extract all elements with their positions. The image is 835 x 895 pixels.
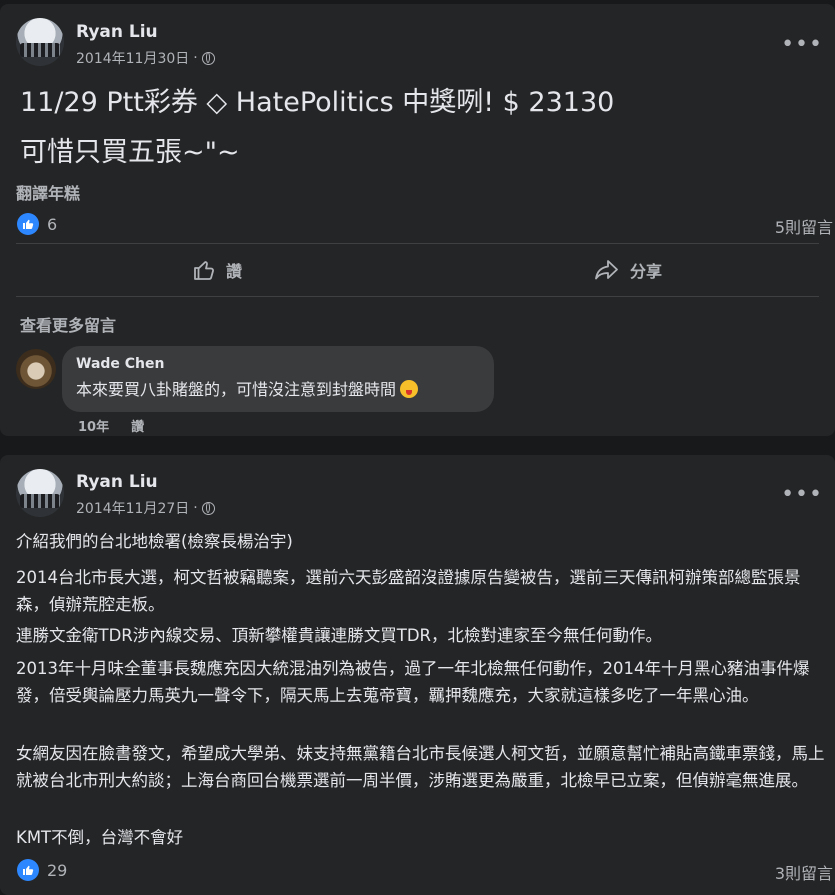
meta-separator: · [193, 50, 198, 66]
post-paragraph: KMT不倒，台灣不會好 [16, 828, 184, 847]
comment-like-link[interactable]: 讚 [131, 416, 144, 435]
post-meta: 2014年11月27日 · [76, 498, 215, 518]
comment-count[interactable]: 5則留言 [775, 214, 833, 238]
divider [16, 296, 819, 297]
commenter-avatar[interactable] [16, 349, 56, 389]
post-text-line-2: 可惜只買五張~"~ [20, 137, 240, 168]
comment-bubble: Wade Chen 本來要買八卦賭盤的，可惜沒注意到封盤時間 [62, 346, 494, 412]
comment-body: 本來要買八卦賭盤的，可惜沒注意到封盤時間 [76, 380, 397, 399]
comment-text: 本來要買八卦賭盤的，可惜沒注意到封盤時間 [76, 376, 480, 400]
reaction-count[interactable]: 29 [47, 861, 67, 880]
post-paragraph: 連勝文金衛TDR涉內線交易、頂新攀權貴讓連勝文買TDR，北檢對連家至今無任何動作… [16, 626, 662, 645]
author-name[interactable]: Ryan Liu [76, 472, 158, 492]
post-card: Ryan Liu 2014年11月27日 · ••• 介紹我們的台北地檢署(檢察… [0, 455, 835, 895]
share-button[interactable]: 分享 [594, 258, 662, 282]
commenter-name[interactable]: Wade Chen [76, 356, 480, 372]
more-options-icon[interactable]: ••• [781, 34, 823, 56]
post-paragraph: 介紹我們的台北地檢署(檢察長楊治宇) [16, 532, 293, 551]
share-button-label: 分享 [630, 262, 663, 281]
post-text-line-1: 11/29 Ptt彩券 ◇ HatePolitics 中獎咧! $ 23130 [20, 87, 615, 118]
post-meta: 2014年11月30日 · [76, 48, 215, 68]
more-options-icon[interactable]: ••• [781, 484, 823, 506]
divider [16, 243, 819, 244]
post-date[interactable]: 2014年11月30日 [76, 48, 189, 68]
comment-count[interactable]: 3則留言 [775, 860, 833, 884]
view-more-comments-link[interactable]: 查看更多留言 [20, 312, 116, 336]
reaction-count[interactable]: 6 [47, 215, 57, 234]
comment-meta: 10年 讚 [78, 416, 144, 435]
translate-link[interactable]: 翻譯年糕 [16, 180, 80, 204]
post-paragraph: 2013年十月味全董事長魏應充因大統混油列為被告，過了一年北檢無任何動作，201… [16, 659, 810, 705]
comment-age[interactable]: 10年 [78, 416, 109, 435]
post-paragraph: 2014台北市長大選，柯文哲被竊聽案，選前六天彭盛韶沒證據原告變被告，選前三天傳… [16, 568, 801, 614]
author-name[interactable]: Ryan Liu [76, 22, 158, 42]
post-card: Ryan Liu 2014年11月30日 · ••• 11/29 Ptt彩券 ◇… [0, 4, 835, 436]
post-date[interactable]: 2014年11月27日 [76, 498, 189, 518]
like-button[interactable]: 讚 [192, 258, 242, 282]
like-reaction-icon[interactable] [17, 859, 39, 881]
meta-separator: · [193, 500, 198, 516]
author-avatar[interactable] [16, 469, 64, 517]
post-paragraph: 女網友因在臉書發文，希望成大學弟、妹支持無黨籍台北市長候選人柯文哲，並願意幫忙補… [16, 744, 825, 790]
globe-icon [201, 51, 215, 65]
thumbs-up-icon [194, 261, 214, 280]
globe-icon [201, 501, 215, 515]
like-reaction-icon[interactable] [17, 213, 39, 235]
author-avatar[interactable] [16, 18, 64, 66]
share-icon [595, 260, 618, 280]
tongue-emoji-icon [400, 380, 419, 398]
like-button-label: 讚 [226, 262, 243, 281]
